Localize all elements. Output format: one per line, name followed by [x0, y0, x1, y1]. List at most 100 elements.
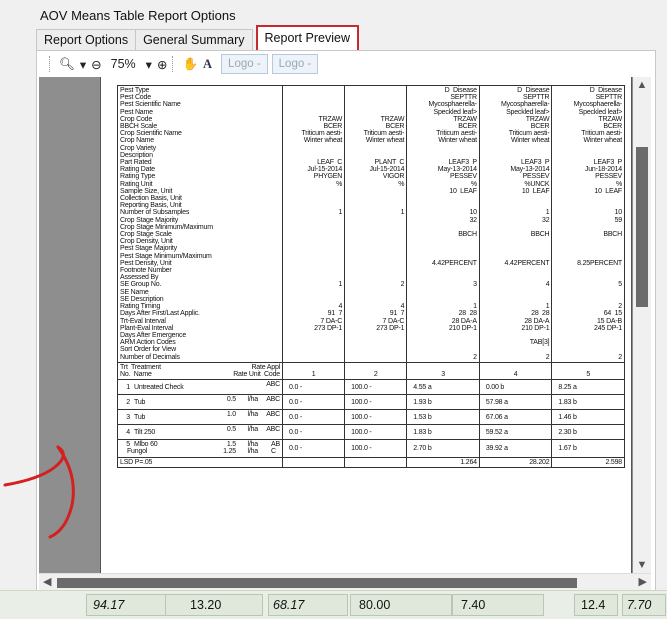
grid-cell: 7.70 — [622, 594, 666, 616]
toolbar-separator — [172, 56, 176, 72]
header-col-4: D Disease SEPTTR Mycosphaerella- Speckle… — [478, 85, 553, 363]
treatment-unit: l/ha — [247, 411, 259, 419]
scroll-up-icon[interactable]: ▲ — [633, 79, 651, 91]
trt-col-2: 2 — [344, 361, 408, 381]
treatment-row: 1 Untreated Check ABC 0.0 -100.0 -4.55 a 0.0… — [117, 379, 625, 396]
treatment-label-cell: 5 Mlbo 60 Fungol 1.5 1.25 l/ha l/ha AB C — [117, 439, 283, 458]
treatment-number: 3 — [126, 413, 130, 421]
header-col-1: TRZAW BCER Triticum aesti- Winter wheat … — [281, 85, 346, 363]
lsd-row: LSD P=.05 1.264 28.202 2.598 — [117, 456, 625, 468]
trt-col-1: 1 — [281, 361, 346, 381]
treatment-value: 0.0 - — [281, 409, 346, 426]
treatment-rate: 1.5 1.25 — [223, 441, 236, 456]
text-tool-icon[interactable]: A — [203, 57, 212, 72]
header-col-3: D Disease SEPTTR Mycosphaerella- Speckle… — [406, 85, 480, 363]
preview-toolbar: 🔍︎ ▾ ⊖ 75% ▾ ⊕ ✋ A Logo - Logo - — [49, 53, 319, 75]
lsd-val-2 — [344, 456, 408, 468]
treatment-value: 59.52 a — [478, 424, 553, 441]
treatment-name: Tub — [134, 413, 146, 421]
treatment-unit: l/ha — [247, 426, 259, 434]
report-page: Pest Type Pest Code Pest Scientific Name… — [101, 77, 631, 573]
treatment-name: Untreated Check — [134, 383, 184, 391]
treatment-value: 39.92 a — [478, 439, 553, 458]
treatment-row: 2 Tub 0.5 l/ha ABC 0.0 -100.0 -1.93 b 57.98 a1… — [117, 394, 625, 411]
report-preview-panel: 🔍︎ ▾ ⊖ 75% ▾ ⊕ ✋ A Logo - Logo - Pest Ty… — [36, 50, 656, 602]
treatment-number: 5 — [126, 441, 130, 449]
grid-cell: 12.4 — [574, 594, 618, 616]
treatment-name: Tub — [134, 398, 146, 406]
treatment-value: 1.53 b — [406, 409, 480, 426]
treatment-value: 8.25 a — [551, 379, 625, 396]
treatment-value: 67.06 a — [478, 409, 553, 426]
treatment-value: 2.30 b — [551, 424, 625, 441]
header-col-2: TRZAW BCER Triticum aesti- Winter wheat … — [344, 85, 408, 363]
zoom-level-dropdown-arrow-icon[interactable]: ▾ — [146, 57, 152, 72]
treatment-row: 4 Tilt 250 0.5 l/ha ABC 0.0 -100.0 -1.83 b 59.… — [117, 424, 625, 441]
zoom-out-icon[interactable]: ⊖ — [91, 57, 101, 72]
treatment-number: 1 — [126, 383, 130, 391]
tab-report-preview[interactable]: Report Preview — [255, 25, 359, 50]
grid-cell: 94.17 — [86, 594, 166, 616]
treatment-value: 1.83 b — [406, 424, 480, 441]
lsd-val-5: 2.598 — [551, 456, 625, 468]
treatment-value: 1.83 b — [551, 394, 625, 411]
logo-button-1[interactable]: Logo - — [221, 54, 268, 74]
horizontal-scroll-thumb[interactable] — [57, 578, 577, 588]
vertical-scrollbar[interactable]: ▲ ▼ — [633, 77, 651, 573]
treatment-label-cell: 1 Untreated Check ABC — [117, 379, 283, 396]
treatment-label-cell: 3 Tub 1.0 l/ha ABC — [117, 409, 283, 426]
tab-general-summary[interactable]: General Summary — [135, 29, 253, 50]
treatment-value: 100.0 - — [344, 439, 408, 458]
header-labels: Pest Type Pest Code Pest Scientific Name… — [117, 85, 283, 363]
zoom-dropdown-arrow-icon[interactable]: ▾ — [80, 57, 86, 72]
trt-header-left: Trt Treatment No. Name Rate Appl Rate Uni… — [117, 361, 283, 381]
zoom-level[interactable]: 75% — [111, 57, 136, 71]
treatment-label-cell: 4 Tilt 250 0.5 l/ha ABC — [117, 424, 283, 441]
treatment-value: 1.93 b — [406, 394, 480, 411]
scroll-left-icon[interactable]: ◀ — [43, 575, 51, 588]
zoom-in-icon[interactable]: 🔍︎ — [59, 57, 75, 72]
tab-report-options[interactable]: Report Options — [36, 29, 137, 50]
treatment-value: 100.0 - — [344, 394, 408, 411]
treatment-number: 2 — [126, 398, 130, 406]
trt-col-3: 3 — [406, 361, 480, 381]
background-data-grid-row: 94.17 13.20 68.17 80.00 7.40 12.4 7.70 — [0, 590, 667, 619]
treatment-value: 4.55 a — [406, 379, 480, 396]
treatment-rows: 1 Untreated Check ABC 0.0 -100.0 -4.55 a 0.0… — [117, 379, 625, 458]
treatment-value: 0.0 - — [281, 394, 346, 411]
scroll-right-icon[interactable]: ▶ — [639, 575, 647, 588]
hand-tool-icon[interactable]: ✋ — [182, 57, 198, 72]
treatment-value: 100.0 - — [344, 409, 408, 426]
grid-cell: 7.40 — [452, 594, 544, 616]
treatment-name: Tilt 250 — [134, 428, 156, 436]
zoom-plus-icon[interactable]: ⊕ — [157, 57, 167, 72]
treatment-row: 3 Tub 1.0 l/ha ABC 0.0 -100.0 -1.53 b 67.06 a1… — [117, 409, 625, 426]
lsd-val-4: 28.202 — [478, 456, 553, 468]
treatment-unit: l/ha l/ha — [247, 441, 259, 456]
lsd-label: LSD P=.05 — [117, 456, 283, 468]
treatment-value: 1.67 b — [551, 439, 625, 458]
grid-cell: 13.20 — [165, 594, 263, 616]
header-block-row: Pest Type Pest Code Pest Scientific Name… — [117, 85, 625, 363]
treatment-value: 0.0 - — [281, 439, 346, 458]
treatment-code: ABC — [266, 396, 280, 404]
treatment-code: AB C — [271, 441, 280, 456]
treatment-label-cell: 2 Tub 0.5 l/ha ABC — [117, 394, 283, 411]
treatment-value: 100.0 - — [344, 424, 408, 441]
treatment-number: 4 — [126, 428, 130, 436]
toolbar-grip — [49, 56, 53, 72]
vertical-scroll-thumb[interactable] — [636, 147, 648, 307]
preview-viewport[interactable]: Pest Type Pest Code Pest Scientific Name… — [39, 77, 651, 573]
header-col-5: D Disease SEPTTR Mycosphaerella- Speckle… — [551, 85, 625, 363]
treatment-unit: l/ha — [247, 396, 259, 404]
trt-header-row: Trt Treatment No. Name Rate Appl Rate Uni… — [117, 361, 625, 381]
treatment-value: 0.00 b — [478, 379, 553, 396]
treatment-row: 5 Mlbo 60 Fungol 1.5 1.25 l/ha l/ha AB C 0.0 … — [117, 439, 625, 458]
treatment-code: ABC — [266, 381, 280, 389]
treatment-value: 0.0 - — [281, 424, 346, 441]
scroll-down-icon[interactable]: ▼ — [633, 559, 651, 571]
window-title: AOV Means Table Report Options — [40, 8, 236, 23]
treatment-rate: 0.5 — [226, 426, 236, 434]
logo-button-2[interactable]: Logo - — [271, 54, 319, 74]
treatment-value: 0.0 - — [281, 379, 346, 396]
